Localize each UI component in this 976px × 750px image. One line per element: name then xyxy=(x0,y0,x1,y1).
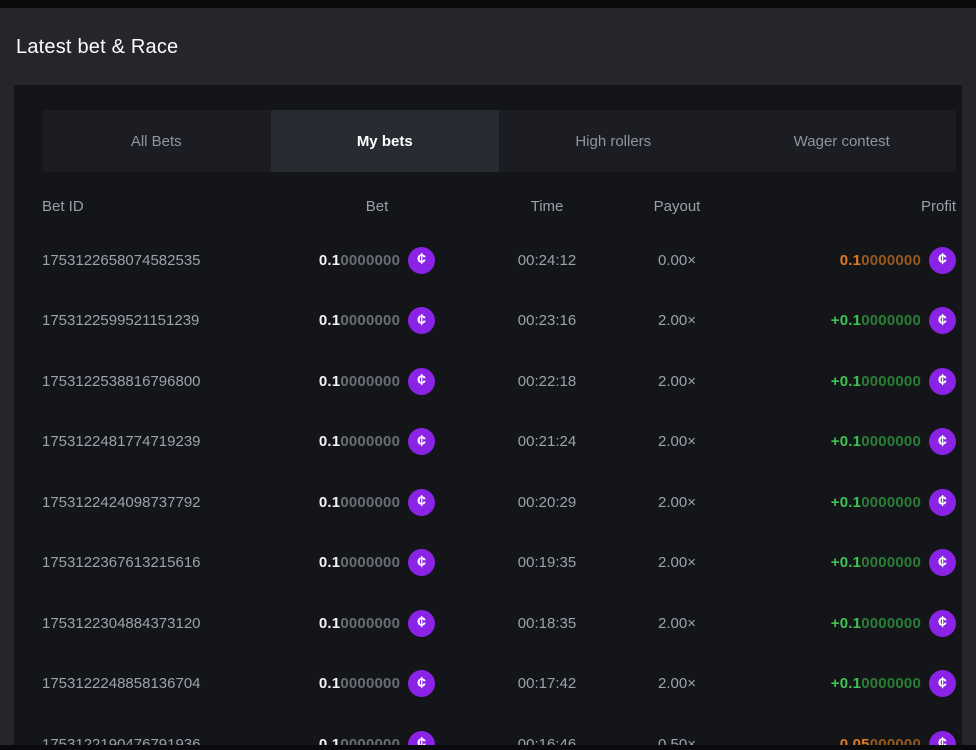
bet-profit: +0.10000000 ¢ xyxy=(742,368,956,395)
bets-table-header: Bet ID Bet Time Payout Profit xyxy=(42,182,956,230)
bet-time-value: 00:20:29 xyxy=(482,494,612,511)
column-header-payout: Payout xyxy=(612,198,742,215)
latest-bets-panel: All Bets My bets High rollers Wager cont… xyxy=(14,85,962,750)
bet-amount: 0.10000000 ¢ xyxy=(272,610,482,637)
table-body: 1753122658074582535 0.10000000 ¢ 00:24:1… xyxy=(42,230,956,750)
table-row[interactable]: 1753122481774719239 0.10000000 ¢ 00:21:2… xyxy=(42,412,956,473)
bet-id-value: 1753122599521151239 xyxy=(42,312,272,329)
bet-amount: 0.10000000 ¢ xyxy=(272,428,482,455)
bet-amount: 0.10000000 ¢ xyxy=(272,670,482,697)
table-row[interactable]: 1753122367613215616 0.10000000 ¢ 00:19:3… xyxy=(42,533,956,594)
cent-coin-icon: ¢ xyxy=(408,610,435,637)
cent-coin-icon: ¢ xyxy=(408,307,435,334)
cent-coin-icon: ¢ xyxy=(408,549,435,576)
page-title: Latest bet & Race xyxy=(16,36,178,59)
table-row[interactable]: 1753122658074582535 0.10000000 ¢ 00:24:1… xyxy=(42,230,956,291)
cent-coin-icon: ¢ xyxy=(929,489,956,516)
bets-table: Bet ID Bet Time Payout Profit 1753122658… xyxy=(42,182,956,750)
bet-payout-value: 2.00× xyxy=(612,615,742,632)
bet-payout-value: 0.00× xyxy=(612,252,742,269)
bet-profit: +0.10000000 ¢ xyxy=(742,610,956,637)
bet-amount: 0.10000000 ¢ xyxy=(272,549,482,576)
cent-coin-icon: ¢ xyxy=(929,670,956,697)
tab-high-rollers[interactable]: High rollers xyxy=(499,110,728,172)
bet-id-value: 1753122248858136704 xyxy=(42,675,272,692)
cent-coin-icon: ¢ xyxy=(929,428,956,455)
bet-payout-value: 2.00× xyxy=(612,675,742,692)
bet-time-value: 00:19:35 xyxy=(482,554,612,571)
bet-profit: +0.10000000 ¢ xyxy=(742,489,956,516)
cent-coin-icon: ¢ xyxy=(408,489,435,516)
window-top-edge xyxy=(0,0,976,8)
column-header-bet: Bet xyxy=(272,198,482,215)
cent-coin-icon: ¢ xyxy=(408,368,435,395)
bet-time-value: 00:17:42 xyxy=(482,675,612,692)
bet-id-value: 1753122304884373120 xyxy=(42,615,272,632)
bet-payout-value: 2.00× xyxy=(612,312,742,329)
bet-time-value: 00:24:12 xyxy=(482,252,612,269)
cent-coin-icon: ¢ xyxy=(408,670,435,697)
column-header-bet-id: Bet ID xyxy=(42,198,272,215)
cent-coin-icon: ¢ xyxy=(408,428,435,455)
bet-id-value: 1753122538816796800 xyxy=(42,373,272,390)
bet-id-value: 1753122367613215616 xyxy=(42,554,272,571)
tab-all-bets[interactable]: All Bets xyxy=(42,110,271,172)
cent-coin-icon: ¢ xyxy=(929,247,956,274)
cent-coin-icon: ¢ xyxy=(929,549,956,576)
bet-id-value: 1753122424098737792 xyxy=(42,494,272,511)
column-header-profit: Profit xyxy=(742,198,956,215)
table-row[interactable]: 1753122599521151239 0.10000000 ¢ 00:23:1… xyxy=(42,291,956,352)
bet-time-value: 00:18:35 xyxy=(482,615,612,632)
bet-time-value: 00:21:24 xyxy=(482,433,612,450)
bet-profit: +0.10000000 ¢ xyxy=(742,307,956,334)
bet-profit: +0.10000000 ¢ xyxy=(742,670,956,697)
table-row[interactable]: 1753122424098737792 0.10000000 ¢ 00:20:2… xyxy=(42,472,956,533)
table-row[interactable]: 1753122304884373120 0.10000000 ¢ 00:18:3… xyxy=(42,593,956,654)
table-row[interactable]: 1753122248858136704 0.10000000 ¢ 00:17:4… xyxy=(42,654,956,715)
window-bottom-edge xyxy=(0,745,976,750)
cent-coin-icon: ¢ xyxy=(929,307,956,334)
bet-payout-value: 2.00× xyxy=(612,433,742,450)
bet-payout-value: 2.00× xyxy=(612,554,742,571)
bet-amount: 0.10000000 ¢ xyxy=(272,489,482,516)
bet-amount: 0.10000000 ¢ xyxy=(272,307,482,334)
bet-profit: +0.10000000 ¢ xyxy=(742,428,956,455)
bet-profit: +0.10000000 ¢ xyxy=(742,549,956,576)
bets-tab-bar: All Bets My bets High rollers Wager cont… xyxy=(42,110,956,172)
cent-coin-icon: ¢ xyxy=(929,368,956,395)
table-row[interactable]: 1753122538816796800 0.10000000 ¢ 00:22:1… xyxy=(42,351,956,412)
bet-time-value: 00:22:18 xyxy=(482,373,612,390)
bet-id-value: 1753122658074582535 xyxy=(42,252,272,269)
bet-payout-value: 2.00× xyxy=(612,373,742,390)
column-header-time: Time xyxy=(482,198,612,215)
bet-amount: 0.10000000 ¢ xyxy=(272,247,482,274)
bet-payout-value: 2.00× xyxy=(612,494,742,511)
bet-amount: 0.10000000 ¢ xyxy=(272,368,482,395)
cent-coin-icon: ¢ xyxy=(408,247,435,274)
bet-profit: 0.10000000 ¢ xyxy=(742,247,956,274)
tab-wager-contest[interactable]: Wager contest xyxy=(728,110,957,172)
tab-my-bets[interactable]: My bets xyxy=(271,110,500,172)
cent-coin-icon: ¢ xyxy=(929,610,956,637)
bet-id-value: 1753122481774719239 xyxy=(42,433,272,450)
bet-time-value: 00:23:16 xyxy=(482,312,612,329)
